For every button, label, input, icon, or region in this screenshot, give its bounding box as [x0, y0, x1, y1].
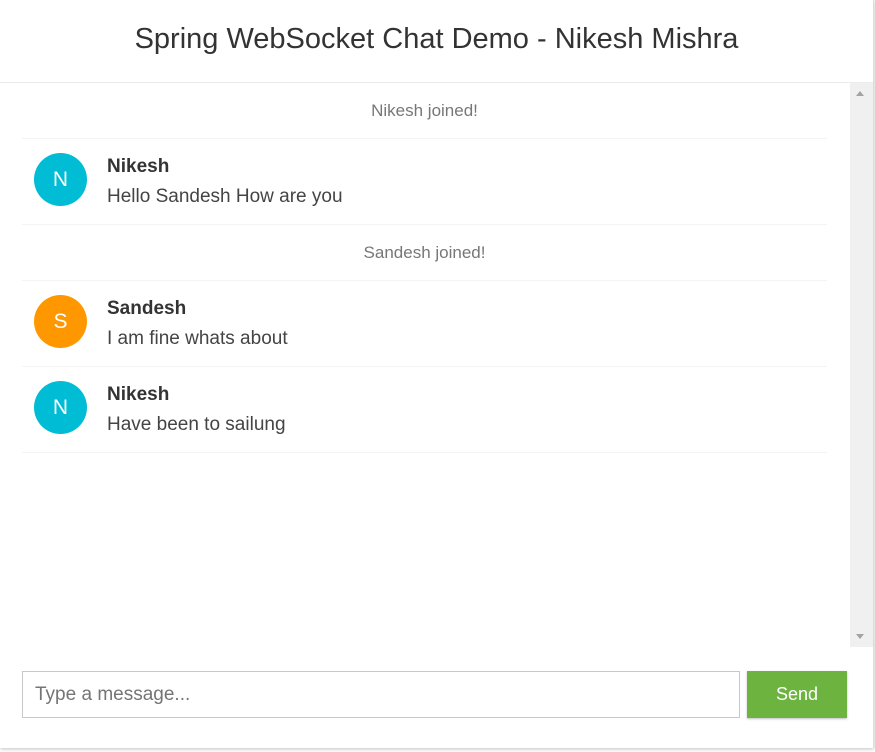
message-list: Nikesh joined! N Nikesh Hello Sandesh Ho… — [22, 83, 827, 453]
avatar: N — [34, 153, 87, 206]
chat-message: N Nikesh Hello Sandesh How are you — [22, 139, 827, 225]
join-event-sandesh: Sandesh joined! — [22, 225, 827, 281]
message-sender: Nikesh — [107, 384, 170, 405]
page-title: Spring WebSocket Chat Demo - Nikesh Mish… — [134, 23, 739, 55]
event-text: Nikesh joined! — [371, 100, 478, 120]
scroll-down-arrow-icon[interactable] — [856, 634, 864, 639]
avatar: N — [34, 381, 87, 434]
chat-message: N Nikesh Have been to sailung — [22, 367, 827, 453]
event-text: Sandesh joined! — [363, 242, 486, 262]
avatar-letter: S — [53, 309, 68, 333]
message-sender: Sandesh — [107, 298, 187, 319]
message-sender: Nikesh — [107, 156, 170, 177]
message-text: Have been to sailung — [107, 414, 286, 435]
message-text: I am fine whats about — [107, 328, 288, 349]
message-form: Send — [22, 671, 848, 718]
join-event-nikesh: Nikesh joined! — [22, 83, 827, 139]
scroll-up-arrow-icon[interactable] — [856, 91, 864, 96]
chat-header: Spring WebSocket Chat Demo - Nikesh Mish… — [0, 0, 873, 83]
message-input[interactable] — [22, 671, 740, 718]
message-area[interactable]: Nikesh joined! N Nikesh Hello Sandesh Ho… — [0, 83, 873, 647]
avatar-letter: N — [52, 395, 69, 419]
avatar-letter: N — [52, 167, 69, 191]
vertical-scrollbar[interactable] — [850, 83, 873, 647]
send-button[interactable]: Send — [747, 671, 847, 718]
message-text: Hello Sandesh How are you — [107, 186, 343, 207]
chat-container: Spring WebSocket Chat Demo - Nikesh Mish… — [0, 0, 874, 748]
chat-message: S Sandesh I am fine whats about — [22, 281, 827, 367]
avatar: S — [34, 295, 87, 348]
